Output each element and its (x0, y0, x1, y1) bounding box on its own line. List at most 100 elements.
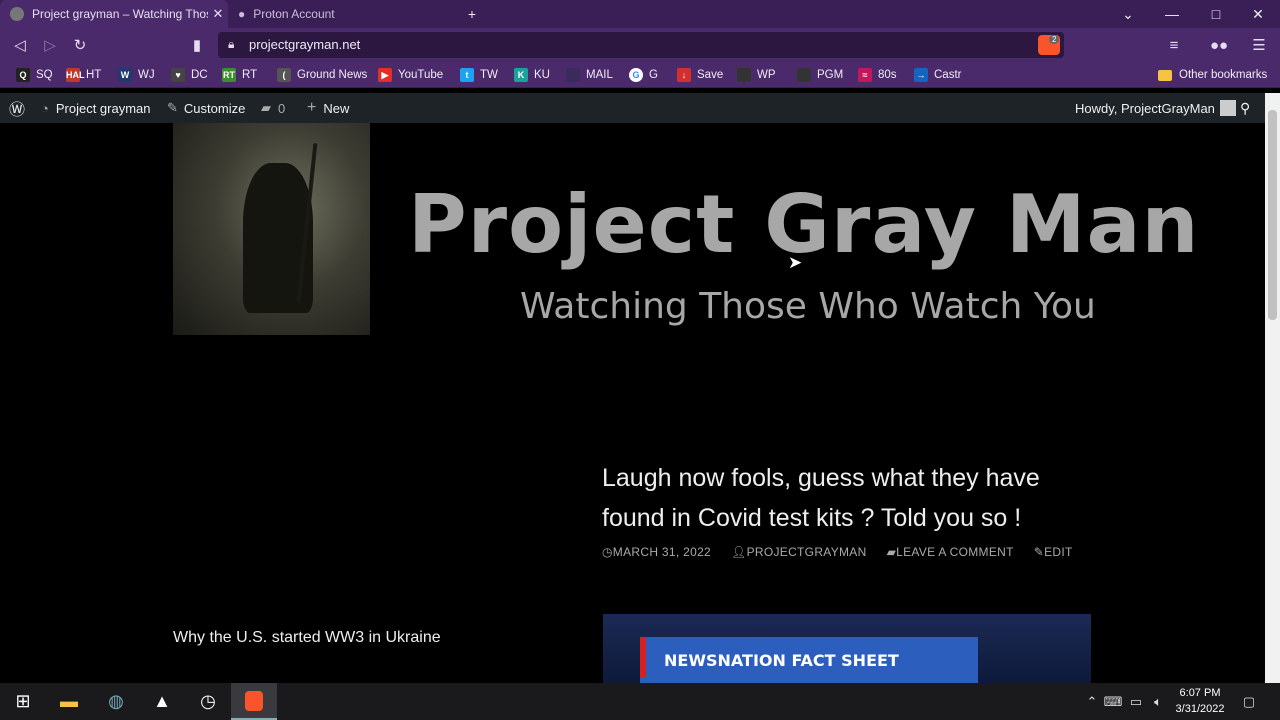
bookmark-ground-news[interactable]: (Ground News (277, 62, 367, 88)
bookmark-mail[interactable]: MAIL (566, 62, 613, 88)
menu-icon[interactable]: ☰ (1247, 33, 1271, 57)
post-author-text: PROJECTGRAYMAN (746, 545, 867, 559)
sidebar-widget-title[interactable]: Why the U.S. started WW3 in Ukraine (173, 629, 441, 647)
person-icon: ● (238, 7, 246, 21)
wp-comments-link[interactable]: ▰ 0 (261, 93, 285, 123)
app-clock-icon[interactable]: ◷ (185, 683, 231, 720)
bookmark-wp[interactable]: WP (737, 62, 776, 88)
bookmark-pgm[interactable]: PGM (797, 62, 843, 88)
bookmark-label: G (649, 69, 658, 81)
dashboard-icon: ◔ (41, 100, 49, 116)
bookmark-favicon-icon: ( (277, 68, 291, 82)
file-explorer-icon[interactable]: ▬ (46, 683, 92, 720)
post-date[interactable]: ◷MARCH 31, 2022 (602, 545, 721, 559)
taskbar-clock[interactable]: 6:07 PM 3/31/2022 (1170, 685, 1230, 717)
minimize-button[interactable]: — (1150, 0, 1194, 28)
plus-icon: + (307, 99, 317, 116)
windows-start-icon[interactable]: ⊞ (0, 683, 46, 720)
bookmark-favicon-icon: ↓ (677, 68, 691, 82)
wp-site-name: Project grayman (55, 100, 151, 116)
bookmark-icon[interactable]: ▮ (185, 33, 209, 57)
wp-site-link[interactable]: ◔ Project grayman (41, 93, 151, 123)
other-bookmarks-label: Other bookmarks (1179, 69, 1268, 81)
bookmark-g[interactable]: GG (629, 62, 658, 88)
tray-volume-icon[interactable]: 🔈︎ (1148, 683, 1168, 720)
bookmark-label: YouTube (398, 69, 444, 81)
bookmark-sq[interactable]: Q SQ (16, 62, 53, 88)
app-cloud-icon[interactable]: ▲ (139, 683, 185, 720)
bookmark-favicon-icon (797, 68, 811, 82)
wp-customize-link[interactable]: ✎ Customize (167, 93, 245, 123)
tray-keyboard-icon[interactable]: ⌨ (1103, 683, 1123, 720)
forward-button[interactable]: ▷ (38, 33, 62, 57)
bookmark-label: RT (242, 69, 258, 81)
bookmark-80s[interactable]: ≈80s (858, 62, 897, 88)
post-comment-text: LEAVE A COMMENT (896, 545, 1014, 559)
other-bookmarks[interactable]: Other bookmarks (1158, 62, 1267, 88)
post-title[interactable]: Laugh now fools, guess what they have fo… (602, 458, 1102, 538)
clock-date: 3/31/2022 (1175, 703, 1225, 715)
clock-time: 6:07 PM (1179, 687, 1221, 699)
app-globe-icon[interactable]: ◍ (93, 683, 139, 720)
search-icon[interactable]: ⚲ (1240, 93, 1250, 123)
extension-glasses-icon[interactable]: ●● (1204, 33, 1234, 57)
bookmark-dc[interactable]: ♥ DC (171, 62, 208, 88)
post-date-text: MARCH 31, 2022 (612, 545, 712, 559)
chevron-down-icon[interactable]: ⌄ (1106, 0, 1150, 28)
bookmark-favicon-icon: RT (222, 68, 236, 82)
folder-icon (1158, 69, 1172, 81)
wp-new-label: New (323, 100, 350, 116)
banner-accent (640, 637, 646, 677)
bookmark-rt[interactable]: RT RT (222, 62, 257, 88)
bookmark-wj[interactable]: W WJ (118, 62, 155, 88)
tab-proton-account[interactable]: ● Proton Account (228, 0, 452, 28)
wordpress-logo-icon[interactable]: Ⓦ (6, 93, 28, 123)
bookmark-youtube[interactable]: ▶ YouTube (378, 62, 443, 88)
bookmark-label: WJ (138, 69, 155, 81)
site-description: Watching Those Who Watch You (520, 286, 1096, 327)
bookmark-favicon-icon: → (914, 68, 928, 82)
brave-taskbar-icon[interactable] (231, 683, 277, 720)
bookmark-castr[interactable]: → Castr (914, 62, 961, 88)
tab-title: Project grayman – Watching Thos (32, 7, 208, 21)
tray-chevron-up-icon[interactable]: ⌃ (1082, 683, 1102, 720)
notification-icon[interactable]: ▢ (1238, 683, 1260, 720)
post-author[interactable]: 👤︎PROJECTGRAYMAN (731, 545, 877, 559)
lock-icon: 🔒︎ (228, 37, 235, 51)
wp-account-link[interactable]: Howdy, ProjectGrayMan (1075, 93, 1236, 123)
post-meta: ◷MARCH 31, 2022 👤︎PROJECTGRAYMAN ▰LEAVE … (602, 544, 1093, 560)
tab-title: Proton Account (253, 7, 335, 21)
bookmark-favicon-icon: ≈ (858, 68, 872, 82)
url-text: projectgrayman.net (249, 37, 361, 52)
bookmark-label: Castr (934, 69, 962, 81)
bookmark-favicon-icon: t (460, 68, 474, 82)
bookmark-label: DC (191, 69, 208, 81)
new-tab-button[interactable]: + (450, 0, 494, 28)
post-comment-link[interactable]: ▰LEAVE A COMMENT (887, 545, 1024, 559)
site-title[interactable]: Project Gray Man (408, 178, 1199, 271)
bookmark-ht[interactable]: HAL HT (66, 62, 101, 88)
reload-button[interactable]: ↻ (68, 33, 92, 57)
bookmark-save[interactable]: ↓ Save (677, 62, 723, 88)
wp-howdy-text: Howdy, ProjectGrayMan (1075, 100, 1215, 116)
close-tab-icon[interactable]: ✕ (208, 6, 228, 22)
post-edit-link[interactable]: ✎EDIT (1034, 545, 1083, 559)
bookmark-favicon-icon (566, 68, 580, 82)
bookmark-label: Save (697, 69, 724, 81)
bookmark-ku[interactable]: K KU (514, 62, 550, 88)
bookmark-label: MAIL (586, 69, 613, 81)
bookmark-favicon-icon: ▶ (378, 68, 392, 82)
scrollbar-thumb[interactable] (1268, 110, 1277, 320)
maximize-button[interactable]: □ (1194, 0, 1238, 28)
wp-new-link[interactable]: + New (307, 93, 349, 123)
reading-list-icon[interactable]: ≡ (1162, 33, 1186, 57)
mouse-cursor-icon: ➤ (788, 253, 803, 272)
bookmark-label: HT (86, 69, 102, 81)
tray-network-icon[interactable]: ▭ (1126, 683, 1146, 720)
bookmark-label: PGM (817, 69, 844, 81)
wp-customize-label: Customize (183, 100, 246, 116)
back-button[interactable]: ◁ (8, 33, 32, 57)
tab-project-grayman[interactable]: Project grayman – Watching Thos ✕ (0, 0, 228, 28)
close-window-button[interactable]: ✕ (1236, 0, 1280, 28)
bookmark-tw[interactable]: t TW (460, 62, 498, 88)
